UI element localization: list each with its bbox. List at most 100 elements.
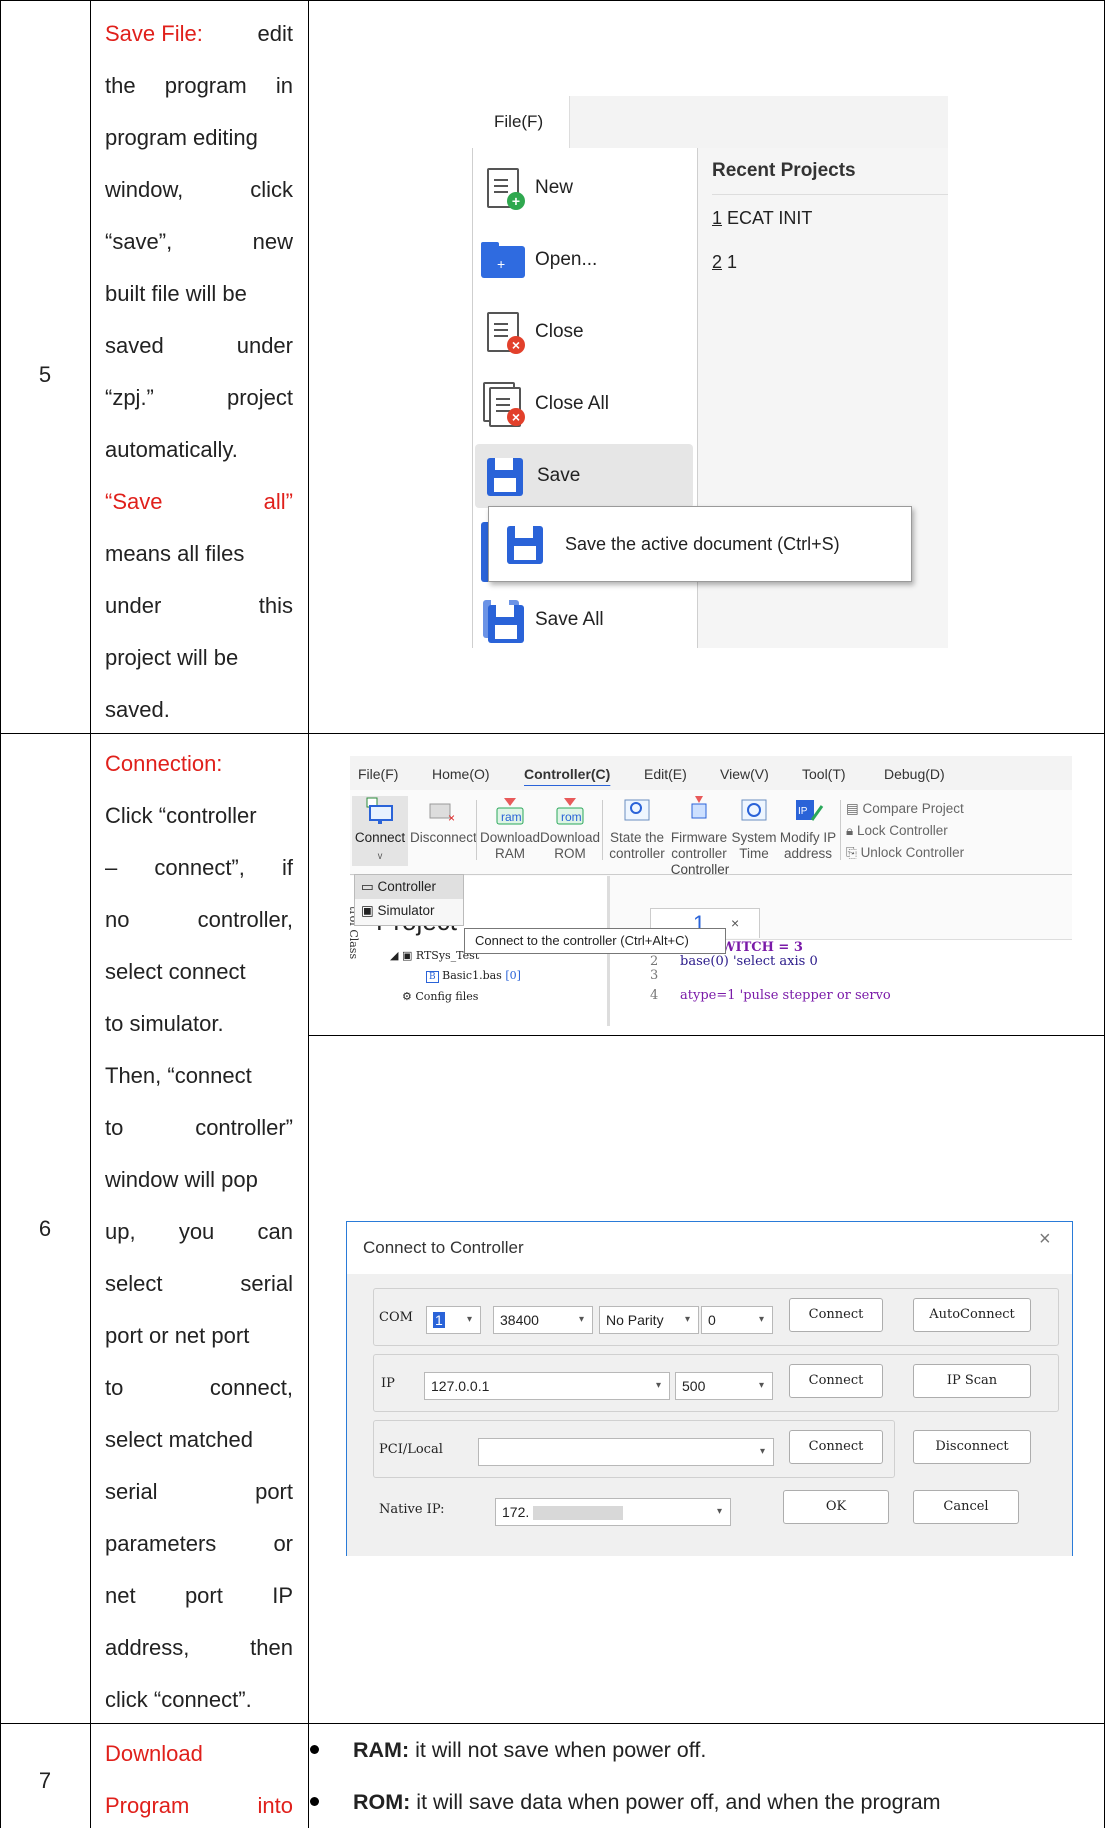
description-word: select [105,1271,163,1296]
modify-ip-button[interactable]: IP Modify IP address [778,796,838,862]
description-word: select connect [105,959,246,984]
menu-item-save[interactable]: Save [475,444,693,508]
description-word: no [105,907,130,932]
description-word: program [164,73,247,98]
description-line: Click “controller [105,790,293,842]
svg-text:rom: rom [561,810,582,824]
description-line: window, click [105,164,293,216]
tab-debug[interactable]: Debug(D) [884,766,945,782]
menu-item-close[interactable]: × Close [473,300,695,364]
tab-tool[interactable]: Tool(T) [802,766,846,782]
folder-open-icon: + [481,238,525,282]
description-line: under this [105,580,293,632]
description-word: serial [105,1479,158,1504]
description-word: click “connect”. [105,1687,252,1712]
unlock-controller-button[interactable]: ⎘ Unlock Controller [846,842,964,864]
row-number: 6 [38,1216,52,1241]
description-word: you [178,1219,215,1244]
rom-icon: rom [554,796,586,826]
description-word: parameters [105,1531,217,1556]
tree-item[interactable]: ⚙ Config files [390,987,521,1007]
menu-item-open[interactable]: + Open... [473,228,695,292]
description-line: “Save all” [105,476,293,528]
description-word: “save”, [105,229,173,254]
description-line: “zpj.” project [105,372,293,424]
baud-rate-select[interactable]: 38400 ▾ [493,1306,593,1334]
description-word: or [273,1531,293,1556]
connect-button[interactable]: Connect ᵥ [352,796,408,866]
description-word: edit [257,21,293,46]
controller-side-actions: ▤ Compare Project 🔒︎ Lock Controller ⎘ U… [846,798,964,864]
compare-project-button[interactable]: ▤ Compare Project [846,798,964,820]
tab-file[interactable]: File(F) [358,766,398,782]
close-icon[interactable]: × [1039,1228,1051,1251]
save-tooltip: Save the active document (Ctrl+S) [488,506,912,582]
dropdown-item-controller[interactable]: ▭ Controller [355,875,463,899]
tree-item[interactable]: B Basic1.bas [0] [390,966,521,987]
separator [476,800,477,860]
download-ram-button[interactable]: ram Download RAM [480,796,540,862]
description-word: port [255,1479,293,1504]
ip-select[interactable]: 127.0.0.1 ▾ [424,1372,670,1400]
description-line: parameters or [105,1518,293,1570]
autoconnect-button[interactable]: AutoConnect [913,1298,1031,1332]
description-word: click [250,177,293,202]
description-line: saved under [105,320,293,372]
description-word: window will pop [105,1167,258,1192]
description-line: Download [105,1728,293,1780]
native-ip-select[interactable]: 172. ▾ [495,1498,731,1526]
system-time-button[interactable]: System Time [730,796,778,862]
description-line: Program into [105,1780,293,1832]
description-word: – [105,855,118,880]
com-port-select[interactable]: 1 ▾ [426,1306,481,1334]
download-rom-button[interactable]: rom Download ROM [540,796,600,862]
stop-bit-select[interactable]: 0 ▾ [701,1306,773,1334]
parity-select[interactable]: No Parity ▾ [599,1306,699,1334]
close-all-icon: × [481,382,525,427]
menu-item-new[interactable]: + New [473,156,695,220]
description-word: then [250,1635,293,1660]
menu-item-close-all[interactable]: × Close All [473,372,695,436]
ram-icon: ram [494,796,526,826]
new-file-icon: + [481,166,525,210]
description-line: serial port [105,1466,293,1518]
connect-dropdown: ▭ Controller ▣ Simulator [354,874,464,926]
chip-icon [683,796,715,826]
description-word: Download [105,1741,203,1766]
tab-controller[interactable]: Controller(C) [524,766,610,782]
dropdown-item-simulator[interactable]: ▣ Simulator [355,899,463,923]
description-word: serial [240,1271,293,1296]
cancel-button[interactable]: Cancel [913,1490,1019,1524]
tab-home[interactable]: Home(O) [432,766,490,782]
recent-project-item[interactable]: 1 ECAT INIT [712,208,812,229]
close-icon[interactable]: × [731,915,739,931]
disconnect-button[interactable]: × Disconnect [410,796,477,846]
description-word: built file will be [105,281,247,306]
description-word: to simulator. [105,1011,224,1036]
table-border-left [0,0,1,1828]
pci-connect-button[interactable]: Connect [789,1430,883,1464]
pci-select[interactable]: ▾ [478,1438,774,1466]
menu-item-save-all[interactable]: Save All [473,588,695,648]
lock-controller-button[interactable]: 🔒︎ Lock Controller [846,820,964,842]
firmware-controller-button[interactable]: Firmware controller [668,796,730,862]
recent-project-item[interactable]: 2 1 [712,252,737,273]
description-word: net [105,1583,136,1608]
ip-connect-button[interactable]: Connect [789,1364,883,1398]
disconnect-button[interactable]: Disconnect [913,1430,1031,1464]
description-line: saved. [105,684,293,736]
save-icon [483,454,527,498]
ip-scan-button[interactable]: IP Scan [913,1364,1031,1398]
tab-edit[interactable]: Edit(E) [644,766,687,782]
file-tab[interactable]: File(F) [472,96,570,148]
description-line: select serial [105,1258,293,1310]
state-controller-button[interactable]: State the controller [606,796,668,862]
description-line: port or net port [105,1310,293,1362]
com-connect-button[interactable]: Connect [789,1298,883,1332]
ip-port-select[interactable]: 500 ▾ [675,1372,773,1400]
ok-button[interactable]: OK [783,1490,889,1524]
description-line: to connect, [105,1362,293,1414]
tab-view[interactable]: View(V) [720,766,769,782]
description-line: project will be [105,632,293,684]
description-word: port [184,1583,223,1608]
